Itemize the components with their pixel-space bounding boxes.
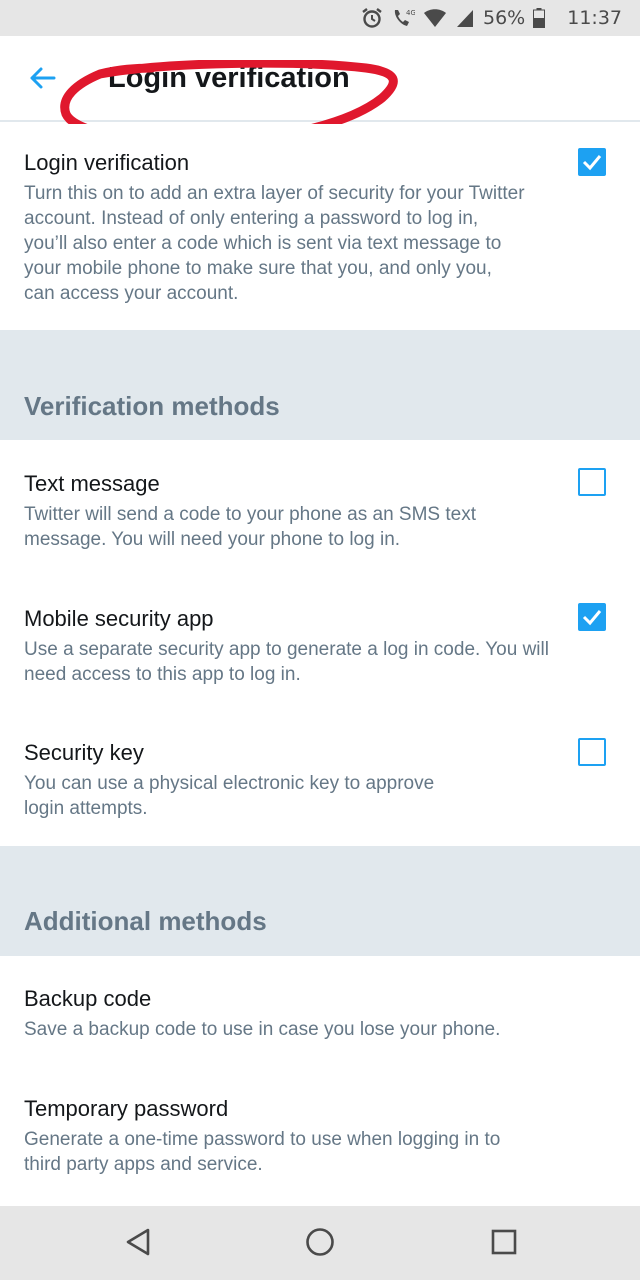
list-item-text-message[interactable]: Text message Twitter will send a code to… [0,440,640,576]
setting-title: Security key [24,740,144,765]
setting-description: Twitter will send a code to your phone a… [24,502,614,552]
description-line: Generate a one-time password to use when… [24,1129,501,1150]
description-line: message. You will need your phone to log… [24,529,401,550]
status-bar: 4G 56% 11:37 [0,0,640,36]
list-item-security-key[interactable]: Security key You can use a physical elec… [0,712,640,846]
setting-title: Temporary password [24,1096,229,1121]
setting-description: Generate a one-time password to use when… [24,1127,614,1177]
description-line: Use a separate security app to generate … [24,639,549,660]
description-line: third party apps and service. [24,1154,263,1175]
description-line: Save a backup code to use in case you lo… [24,1019,501,1040]
setting-title: Backup code [24,986,152,1011]
call-4g-icon: 4G [391,7,415,29]
section-label: Verification methods [24,391,280,421]
description-line: account. Instead of only entering a pass… [24,208,479,229]
back-button[interactable] [22,60,62,100]
wifi-icon [423,8,447,28]
clock: 11:37 [567,7,622,29]
login-verification-section: Login verification Turn this on to add a… [0,124,640,330]
description-line: You can use a physical electronic key to… [24,773,435,794]
text-message-checkbox[interactable] [578,468,606,496]
signal-icon [455,8,475,28]
description-line: login attempts. [24,798,148,819]
section-header-verification: Verification methods [0,330,640,440]
login-verification-checkbox[interactable] [578,148,606,176]
mobile-security-app-checkbox[interactable] [578,603,606,631]
verification-methods-list: Text message Twitter will send a code to… [0,440,640,846]
nav-recents-button[interactable] [484,1224,524,1264]
description-line: you’ll also enter a code which is sent v… [24,233,502,254]
recents-square-icon [490,1228,518,1261]
arrow-left-icon [28,66,56,95]
setting-description: Save a backup code to use in case you lo… [24,1017,614,1042]
description-line: your mobile phone to make sure that you,… [24,258,492,279]
battery-percent: 56% [483,7,526,29]
section-label: Additional methods [24,906,267,936]
security-key-checkbox[interactable] [578,738,606,766]
description-line: Twitter will send a code to your phone a… [24,504,477,525]
alarm-icon [361,7,383,29]
description-line: need access to this app to log in. [24,664,301,685]
app-bar: Login verification [0,36,640,147]
back-triangle-icon [124,1227,152,1262]
setting-title: Login verification [24,150,190,175]
setting-description: You can use a physical electronic key to… [24,771,614,821]
status-icons: 4G 56% 11:37 [361,0,622,36]
section-header-additional: Additional methods [0,846,640,956]
setting-title: Text message [24,471,160,496]
list-item-backup-code[interactable]: Backup code Save a backup code to use in… [0,956,640,1066]
setting-description: Turn this on to add an extra layer of se… [24,181,614,306]
setting-title: Mobile security app [24,606,214,631]
setting-description: Use a separate security app to generate … [24,637,614,687]
nav-back-button[interactable] [118,1224,158,1264]
svg-text:4G: 4G [406,9,415,17]
battery-icon [533,8,546,28]
navigation-bar [0,1206,640,1280]
list-item-mobile-security-app[interactable]: Mobile security app Use a separate secur… [0,576,640,712]
description-line: can access your account. [24,283,239,304]
additional-methods-list: Backup code Save a backup code to use in… [0,956,640,1206]
home-circle-icon [305,1227,335,1262]
description-line: Turn this on to add an extra layer of se… [24,183,525,204]
page-title: Login verification [108,62,350,94]
nav-home-button[interactable] [300,1224,340,1264]
list-item-temporary-password[interactable]: Temporary password Generate a one-time p… [0,1066,640,1206]
